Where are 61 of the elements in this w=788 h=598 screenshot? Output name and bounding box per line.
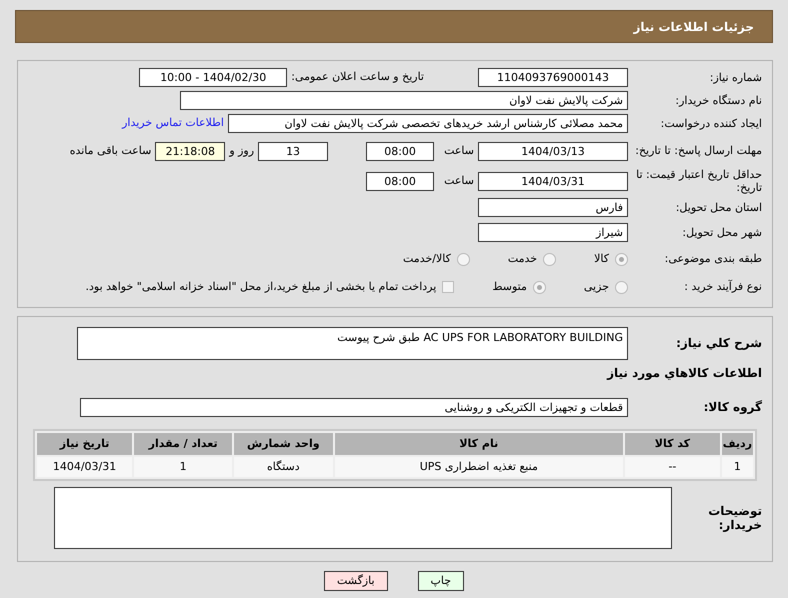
- text-field[interactable]: فارس: [478, 198, 628, 217]
- column-header: کد کالا: [625, 433, 720, 455]
- text-field[interactable]: 08:00: [366, 172, 434, 190]
- field-label: گروه کالا:: [702, 400, 763, 415]
- text-field[interactable]: 08:00: [366, 142, 434, 160]
- text-field[interactable]: 1404/02/30 - 10:00: [139, 68, 288, 87]
- field-label: ساعت باقی مانده: [70, 142, 152, 159]
- table-cell: منبع تغذیه اضطراری UPS: [334, 457, 624, 477]
- notes-field[interactable]: [54, 487, 672, 549]
- field-label: شرح کلي نیاز:: [675, 336, 763, 351]
- text-field[interactable]: 1404/03/13: [478, 142, 628, 160]
- text-field[interactable]: شرکت پالایش نفت لاوان: [180, 91, 628, 110]
- radio-button[interactable]: [615, 280, 628, 294]
- field-label: روز و: [229, 142, 254, 159]
- text-field[interactable]: محمد مصلائی کارشناس ارشد خریدهای تخصصی شرکت پالایش نفت لاوان: [228, 114, 628, 133]
- field-label: توضیحات خریدار:: [707, 504, 763, 532]
- option-label: خدمت: [508, 250, 538, 267]
- field-label: شهر محل تحویل:: [681, 226, 763, 240]
- option-label: کالا: [594, 250, 609, 267]
- column-header: تعداد / مقدار: [134, 433, 232, 455]
- column-header: نام کالا: [334, 433, 624, 455]
- radio-button[interactable]: [615, 252, 628, 266]
- checkbox[interactable]: [442, 281, 454, 293]
- field-label: طبقه بندی موضوعی:: [664, 252, 763, 266]
- radio-button[interactable]: [532, 280, 546, 294]
- radio-button[interactable]: [456, 252, 470, 266]
- field-label: شماره نیاز:: [708, 70, 763, 84]
- radio-button[interactable]: [543, 252, 556, 266]
- contact-link[interactable]: اطلاعات تماس خریدار: [122, 115, 224, 132]
- column-header: واحد شمارش: [234, 433, 332, 455]
- section-heading: اطلاعات کالاهاي مورد نیاز: [607, 365, 763, 382]
- option-label: کالا/خدمت: [403, 250, 451, 267]
- option-label: متوسط: [492, 278, 527, 295]
- column-header: ردیف: [722, 433, 753, 455]
- field-label: تاریخ و ساعت اعلان عمومی:: [291, 69, 424, 86]
- field-label: ایجاد کننده درخواست:: [660, 116, 763, 130]
- field-label: استان محل تحویل:: [674, 200, 763, 214]
- column-header: تاریخ نیاز: [37, 433, 132, 455]
- description-field[interactable]: AC UPS FOR LABORATORY BUILDING طبق شرح پیوست: [77, 327, 628, 360]
- text-field[interactable]: شیراز: [478, 223, 628, 242]
- table-cell: 1: [134, 457, 232, 477]
- page-header: جزئیات اطلاعات نیاز: [15, 10, 773, 43]
- text-field[interactable]: 1104093769000143: [478, 68, 628, 87]
- print-button[interactable]: چاپ: [418, 571, 464, 591]
- text-field[interactable]: 13: [258, 142, 328, 160]
- option-label: جزیی: [584, 278, 609, 295]
- field-label: ساعت: [444, 142, 474, 159]
- text-field[interactable]: 21:18:08: [155, 142, 226, 160]
- table-cell: --: [625, 457, 720, 477]
- table-cell: 1404/03/31: [37, 457, 132, 477]
- table-cell: دستگاه: [234, 457, 332, 477]
- checkbox-label: پرداخت تمام یا بخشی از مبلغ خرید،از محل "اسناد خزانه اسلامی" خواهد بود.: [86, 278, 436, 295]
- text-field[interactable]: قطعات و تجهیزات الکتریکی و روشنایی: [80, 398, 628, 417]
- back-button[interactable]: بازگشت: [324, 571, 388, 591]
- field-label: ساعت: [444, 172, 474, 189]
- table-cell: 1: [722, 457, 753, 477]
- field-label: نام دستگاه خریدار:: [674, 94, 763, 108]
- text-field[interactable]: 1404/03/31: [478, 172, 628, 190]
- field-label: حداقل تاریخ اعتبار قیمت: تا تاریخ:: [635, 168, 763, 194]
- field-label: نوع فرآیند خرید :: [683, 280, 763, 294]
- field-label: مهلت ارسال پاسخ: تا تاریخ:: [634, 144, 763, 158]
